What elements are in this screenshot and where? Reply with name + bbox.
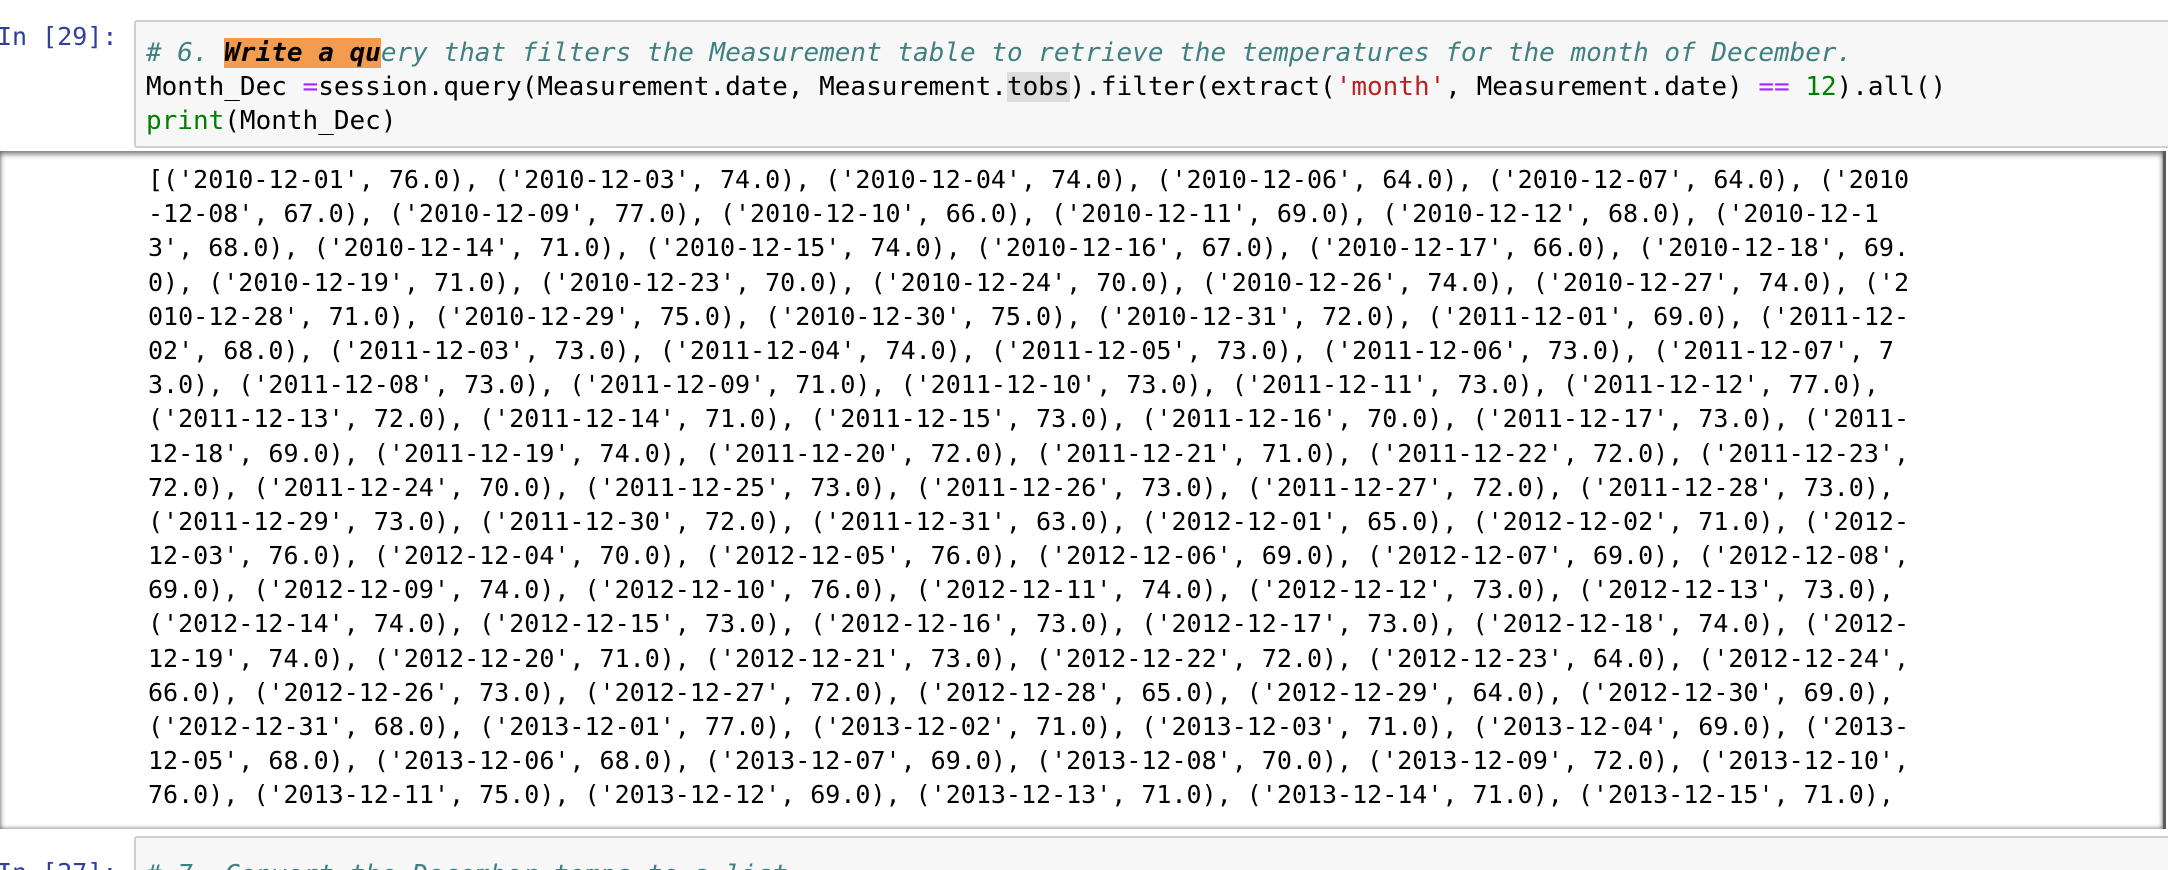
code-line-1: # 6. Write a query that filters the Meas… bbox=[146, 36, 1852, 70]
query-call-part-d: ).all() bbox=[1836, 72, 1947, 102]
print-builtin: print bbox=[146, 106, 225, 136]
output-line: 66.0), ('2012-12-26', 73.0), ('2012-12-2… bbox=[148, 677, 1894, 707]
output-line: 02', 68.0), ('2011-12-03', 73.0), ('2011… bbox=[148, 335, 1894, 365]
output-line: 69.0), ('2012-12-09', 74.0), ('2012-12-1… bbox=[148, 575, 1894, 605]
output-line: 76.0), ('2013-12-11', 75.0), ('2013-12-1… bbox=[148, 780, 1894, 810]
cell-29-output-text: [('2010-12-01', 76.0), ('2010-12-03', 74… bbox=[148, 163, 2138, 813]
comment-prefix: # 6. bbox=[146, 38, 225, 68]
output-line: 12-05', 68.0), ('2013-12-06', 68.0), ('2… bbox=[148, 746, 1909, 776]
output-line: ('2011-12-29', 73.0), ('2011-12-30', 72.… bbox=[148, 506, 1909, 536]
query-call-part-b: ).filter(extract( bbox=[1069, 72, 1336, 102]
output-line: 12-18', 69.0), ('2011-12-19', 74.0), ('2… bbox=[148, 438, 1909, 468]
variable-name: Month_Dec bbox=[146, 72, 303, 102]
month-number: 12 bbox=[1805, 72, 1837, 102]
output-line: 72.0), ('2011-12-24', 70.0), ('2011-12-2… bbox=[148, 472, 1894, 502]
cell-27-prompt: In [27]: bbox=[0, 856, 117, 870]
comment-search-highlight: Write a qu bbox=[224, 38, 381, 68]
output-line: 3.0), ('2011-12-08', 73.0), ('2011-12-09… bbox=[148, 370, 1879, 400]
cell-27-code-editor[interactable]: # 7. Convert the December temps to a lis… bbox=[134, 836, 2168, 870]
equality-operator: == bbox=[1758, 72, 1790, 102]
notebook-view: In [29]: # 6. Write a query that filters… bbox=[0, 0, 2168, 870]
month-string: 'month' bbox=[1335, 72, 1446, 102]
cell-27-code-line-1: # 7. Convert the December temps to a lis… bbox=[146, 858, 803, 870]
comment-rest: ery that filters the Measurement table t… bbox=[380, 38, 1853, 68]
output-line: 12-03', 76.0), ('2012-12-04', 70.0), ('2… bbox=[148, 541, 1909, 571]
output-line: 12-19', 74.0), ('2012-12-20', 71.0), ('2… bbox=[148, 643, 1909, 673]
output-line: [('2010-12-01', 76.0), ('2010-12-03', 74… bbox=[148, 165, 1909, 194]
output-line: ('2012-12-31', 68.0), ('2013-12-01', 77.… bbox=[148, 712, 1909, 741]
output-line: 0), ('2010-12-19', 71.0), ('2010-12-23',… bbox=[148, 267, 1909, 297]
cell-29-code-editor[interactable]: # 6. Write a query that filters the Meas… bbox=[134, 20, 2168, 148]
query-call-part-a: session.query(Measurement.date, Measurem… bbox=[318, 72, 1007, 102]
output-line: 010-12-28', 71.0), ('2010-12-29', 75.0),… bbox=[148, 301, 1909, 331]
code-line-3: print(Month_Dec) bbox=[146, 104, 396, 138]
cell-29-prompt: In [29]: bbox=[0, 22, 118, 51]
selected-text: tobs bbox=[1006, 72, 1070, 102]
output-line: 3', 68.0), ('2010-12-14', 71.0), ('2010-… bbox=[148, 233, 1909, 263]
output-line: ('2012-12-14', 74.0), ('2012-12-15', 73.… bbox=[148, 609, 1909, 639]
print-args: (Month_Dec) bbox=[224, 106, 397, 136]
output-line: ('2011-12-13', 72.0), ('2011-12-14', 71.… bbox=[148, 404, 1909, 434]
assign-operator: = bbox=[302, 72, 319, 102]
query-call-part-c: , Measurement.date) bbox=[1445, 72, 1759, 102]
cell-27-comment: # 7. Convert the December temps to a lis… bbox=[146, 860, 803, 870]
code-line-2: Month_Dec =session.query(Measurement.dat… bbox=[146, 70, 1946, 104]
cell-29-output-scroll-area[interactable]: [('2010-12-01', 76.0), ('2010-12-03', 74… bbox=[0, 151, 2166, 829]
output-line: -12-08', 67.0), ('2010-12-09', 77.0), ('… bbox=[148, 199, 1879, 229]
